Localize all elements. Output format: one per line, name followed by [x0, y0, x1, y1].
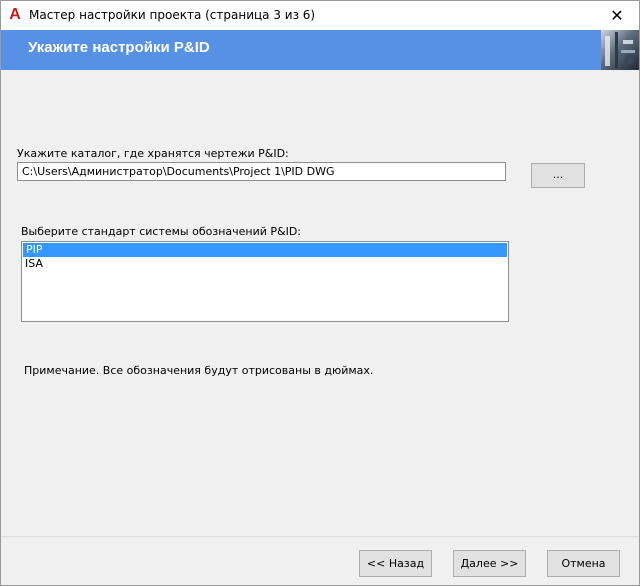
catalog-label: Укажите каталог, где хранятся чертежи P&…: [17, 147, 289, 160]
plant-graphic-icon: [601, 30, 639, 70]
list-item-pip[interactable]: PIP: [23, 243, 507, 257]
next-button[interactable]: Далее >>: [453, 550, 526, 577]
browse-button[interactable]: ...: [531, 163, 585, 188]
catalog-path-input[interactable]: [17, 162, 506, 181]
divider: [1, 536, 639, 537]
back-button[interactable]: << Назад: [359, 550, 432, 577]
list-item-isa[interactable]: ISA: [22, 257, 508, 271]
close-button[interactable]: ✕: [595, 1, 639, 30]
page-title: Укажите настройки P&ID: [28, 39, 210, 56]
dialog-window: A Мастер настройки проекта (страница 3 и…: [0, 0, 640, 586]
note-text: Примечание. Все обозначения будут отрисо…: [24, 364, 374, 377]
cancel-button[interactable]: Отмена: [547, 550, 620, 577]
window-title: Мастер настройки проекта (страница 3 из …: [29, 8, 316, 22]
standard-label: Выберите стандарт системы обозначений P&…: [21, 225, 302, 238]
header-banner: Укажите настройки P&ID: [1, 30, 639, 70]
standard-listbox[interactable]: PIP ISA: [21, 241, 509, 322]
autocad-logo-icon: A: [9, 6, 21, 23]
title-bar: A Мастер настройки проекта (страница 3 и…: [1, 1, 639, 30]
